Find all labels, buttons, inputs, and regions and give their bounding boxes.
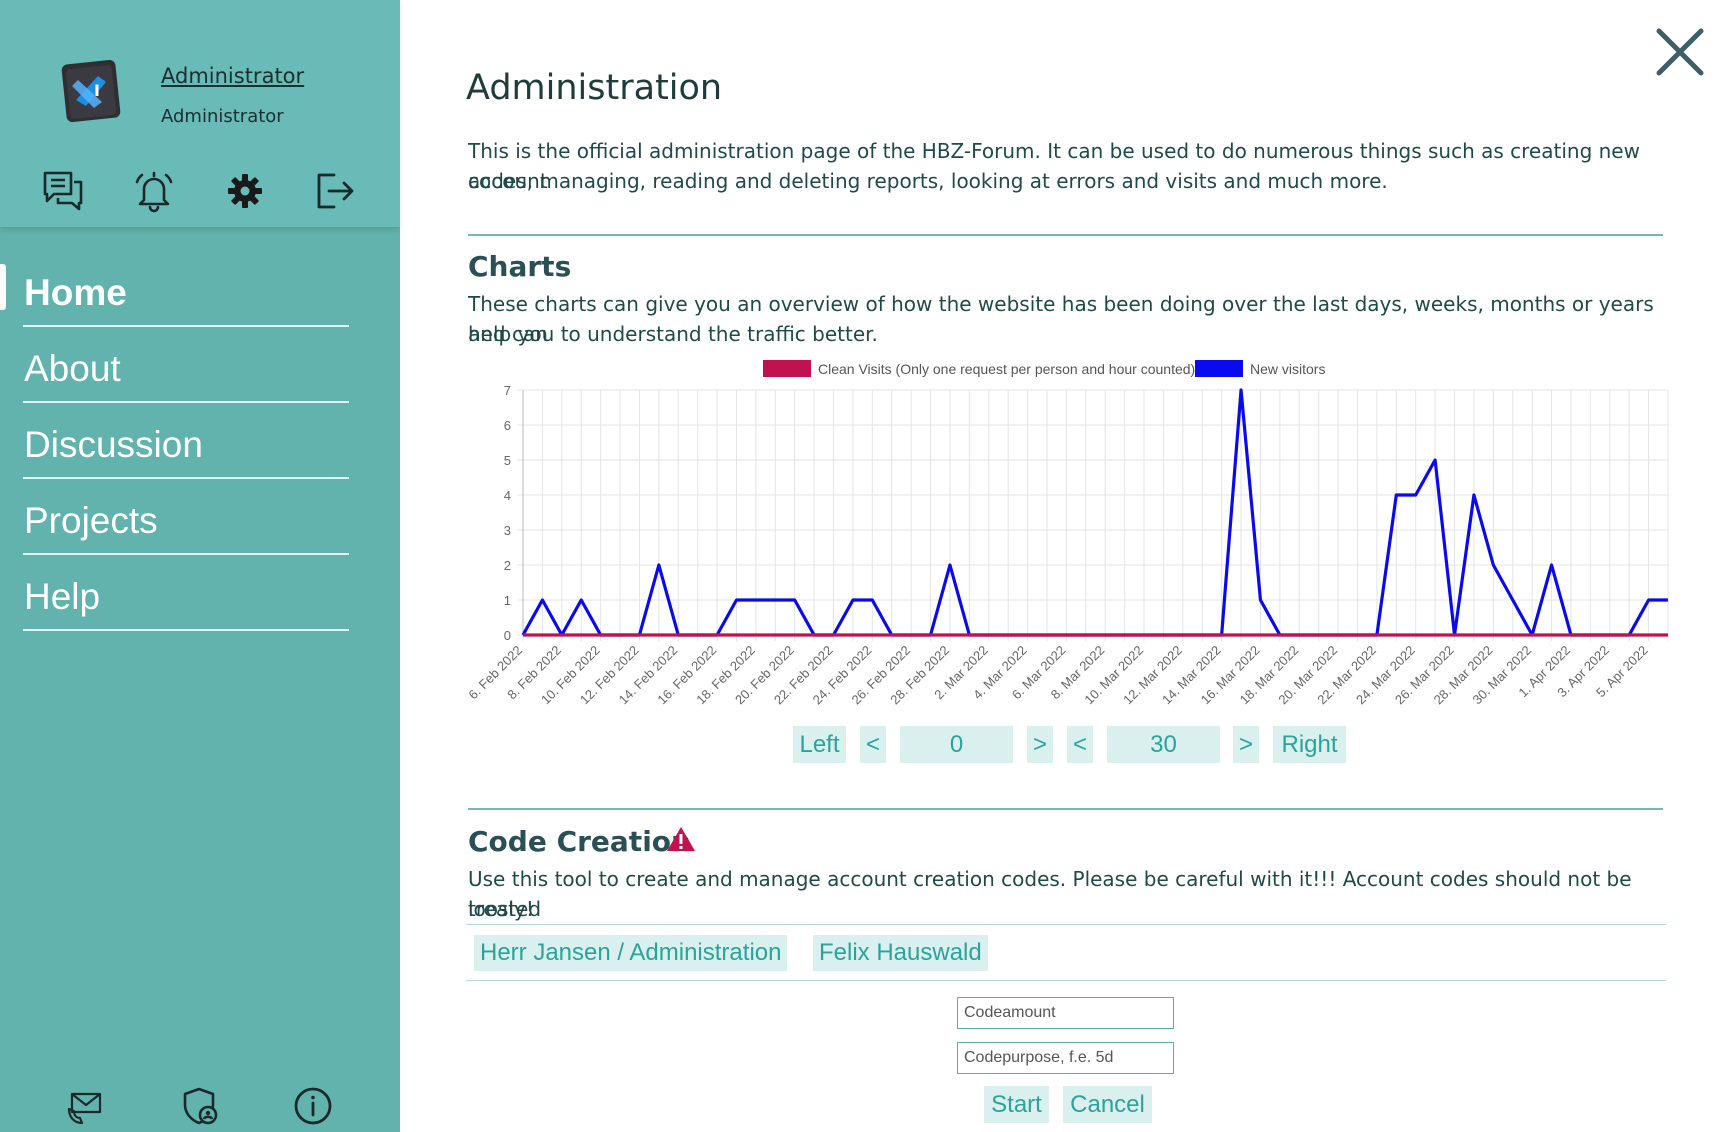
chart-y-tick-label: 0 <box>504 628 511 643</box>
cancel-button[interactable]: Cancel <box>1063 1086 1152 1123</box>
codepurpose-input[interactable] <box>957 1042 1174 1074</box>
nav-divider <box>23 629 349 631</box>
chart-range-next-button[interactable]: > <box>1233 726 1259 763</box>
codeamount-input[interactable] <box>957 997 1174 1029</box>
app-logo-avatar: I <box>58 58 124 124</box>
code-creation-title: Code Creation <box>468 825 691 858</box>
nav-item-label: Home <box>24 272 127 313</box>
nav-item-label: Help <box>24 576 101 617</box>
nav-divider <box>23 553 349 555</box>
user-role: Administrator <box>161 106 284 127</box>
nav-divider <box>23 325 349 327</box>
chart-y-tick-label: 4 <box>504 488 511 503</box>
profile-panel: I Administrator Administrator <box>0 0 400 227</box>
tabs-divider-top <box>466 924 1666 925</box>
chart-legend-label: Clean Visits (Only one request per perso… <box>818 361 1195 377</box>
nav-item-home[interactable]: Home <box>0 258 400 334</box>
chart-legend-swatch <box>763 360 811 377</box>
chart-y-tick-label: 5 <box>504 453 511 468</box>
nav-divider <box>23 401 349 403</box>
intro-text-line-2: codes, managing, reading and deleting re… <box>468 169 1388 193</box>
nav-item-help[interactable]: Help <box>0 562 400 638</box>
chart-y-tick-label: 6 <box>504 418 511 433</box>
mail-icon[interactable] <box>64 1085 106 1127</box>
shield-user-icon[interactable] <box>179 1085 221 1127</box>
chart-legend-swatch <box>1195 360 1243 377</box>
main-content: Administration This is the official admi… <box>400 0 1723 1132</box>
code-desc-line-2: loosly! <box>468 897 534 921</box>
chart-y-tick-label: 3 <box>504 523 511 538</box>
quick-actions <box>0 168 400 218</box>
svg-text:I: I <box>94 81 100 100</box>
nav-divider <box>23 477 349 479</box>
chart-y-tick-label: 7 <box>504 383 511 398</box>
active-indicator <box>0 264 6 310</box>
logout-icon[interactable] <box>312 168 358 214</box>
nav-item-projects[interactable]: Projects <box>0 486 400 562</box>
sidebar: I Administrator Administrator Home About… <box>0 0 400 1132</box>
chart-y-tick-label: 2 <box>504 558 511 573</box>
charts-desc-line-2: help you to understand the traffic bette… <box>468 322 878 346</box>
section-divider <box>468 234 1663 236</box>
chart-range-prev-button[interactable]: < <box>1067 726 1093 763</box>
chart-y-tick-label: 1 <box>504 593 511 608</box>
chat-icon[interactable] <box>40 168 86 214</box>
chart-start-prev-button[interactable]: < <box>860 726 886 763</box>
user-name-link[interactable]: Administrator <box>161 64 304 88</box>
tab-felix-hauswald[interactable]: Felix Hauswald <box>813 935 988 971</box>
chart-start-next-button[interactable]: > <box>1027 726 1053 763</box>
visits-chart-svg: 012345676. Feb 20228. Feb 202210. Feb 20… <box>465 360 1669 707</box>
nav-item-label: About <box>24 348 121 389</box>
tab-herr-jansen[interactable]: Herr Jansen / Administration <box>474 935 788 971</box>
warning-icon <box>666 825 696 853</box>
gear-icon[interactable] <box>222 168 268 214</box>
nav-item-label: Projects <box>24 500 158 541</box>
visits-chart: 0 1 2 3 4 5 6 7 6. Feb 2022 8. Feb 2022 10. Feb 20… <box>460 355 1670 725</box>
nav-item-about[interactable]: About <box>0 334 400 410</box>
close-icon[interactable] <box>1654 26 1706 78</box>
bell-icon[interactable] <box>131 168 177 214</box>
start-button[interactable]: Start <box>984 1086 1049 1123</box>
info-icon[interactable] <box>292 1085 334 1127</box>
chart-right-button[interactable]: Right <box>1273 726 1346 763</box>
chart-left-button[interactable]: Left <box>793 726 846 763</box>
chart-start-offset-field[interactable]: 0 <box>900 726 1013 763</box>
chart-legend-label: New visitors <box>1250 361 1325 377</box>
chart-range-field[interactable]: 30 <box>1107 726 1220 763</box>
nav-item-label: Discussion <box>24 424 203 465</box>
page-title: Administration <box>466 68 723 108</box>
sidebar-footer <box>0 1085 400 1129</box>
nav-item-discussion[interactable]: Discussion <box>0 410 400 486</box>
main-navigation: Home About Discussion Projects Help <box>0 258 400 638</box>
tabs-divider-bottom <box>466 980 1666 981</box>
chart-series-line <box>521 388 1668 637</box>
charts-title: Charts <box>468 250 572 283</box>
section-divider <box>468 808 1663 810</box>
